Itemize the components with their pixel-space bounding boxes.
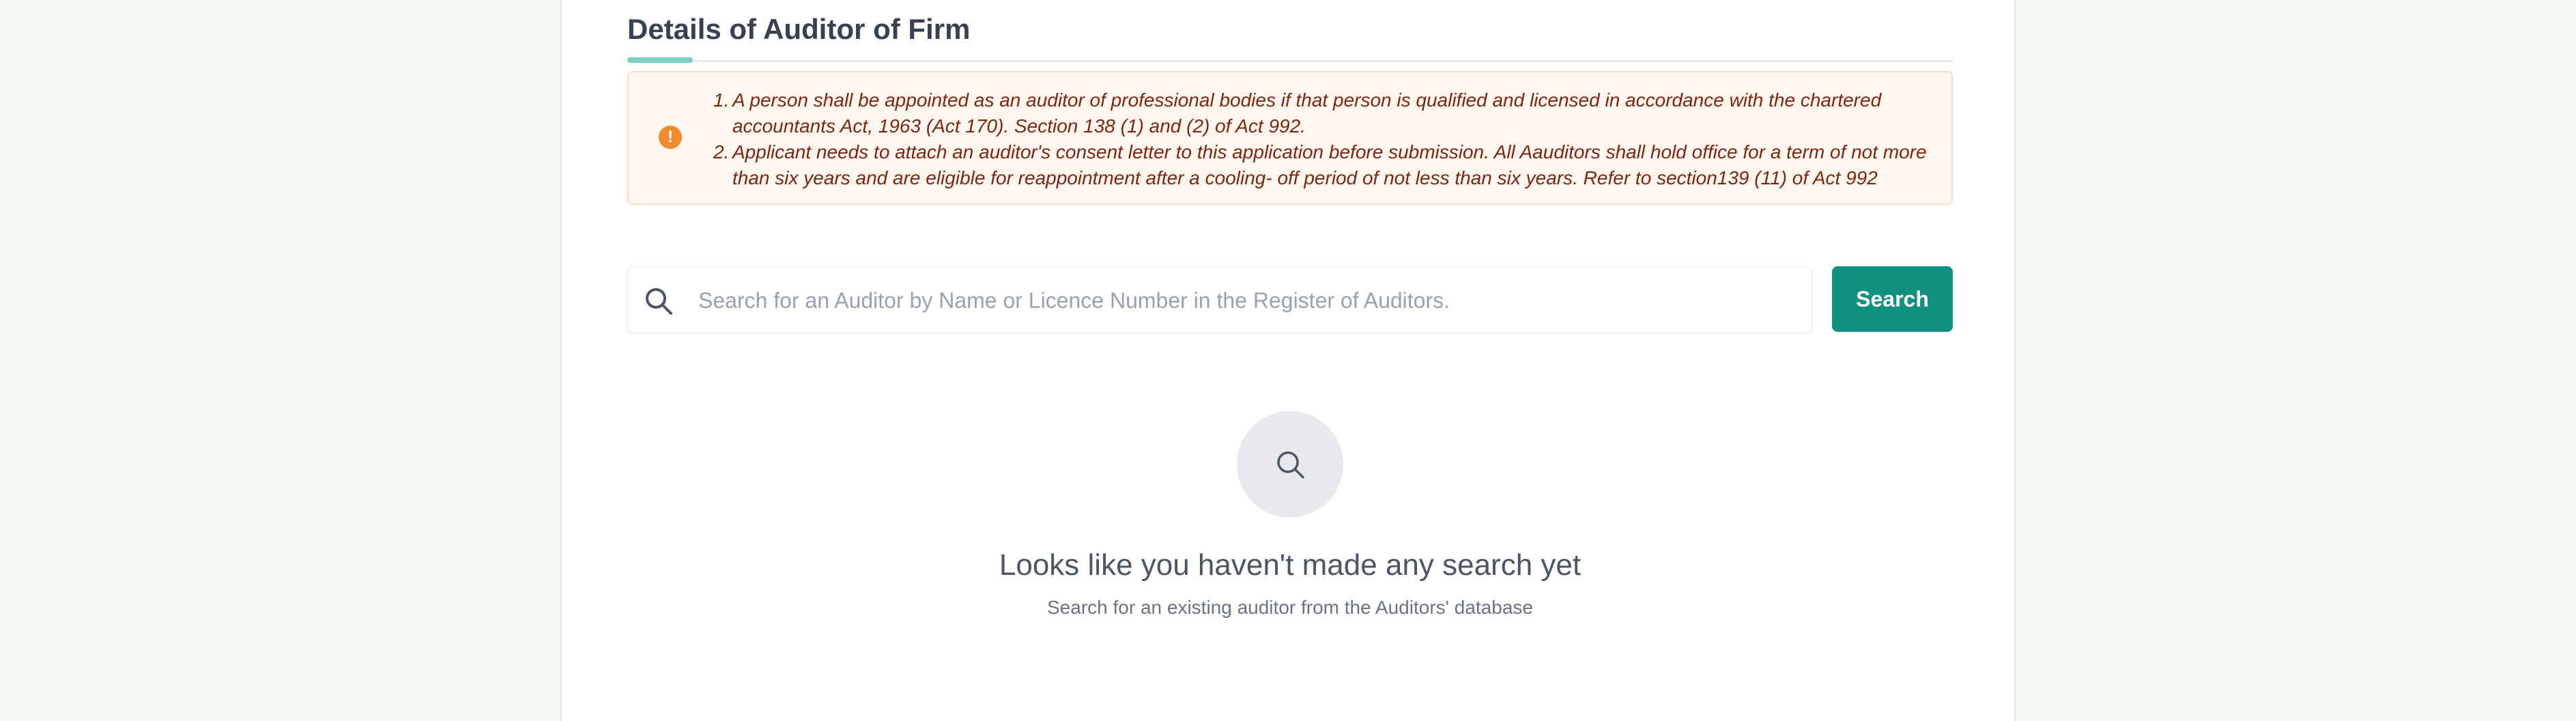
notice-item: 2. Applicant needs to attach an auditor'… [713,139,1954,191]
notice-item: 1. A person shall be appointed as an aud… [713,87,1954,139]
empty-state-title: Looks like you haven't made any search y… [999,548,1582,582]
main-panel: Details of Auditor of Firm ! 1. A person… [560,0,2016,721]
search-icon [646,288,672,315]
notice-item-text: A person shall be appointed as an audito… [732,89,1882,137]
search-box[interactable] [627,266,1812,333]
search-icon [1277,451,1304,479]
search-button[interactable]: Search [1832,266,1953,332]
title-accent-bar [627,57,693,63]
title-divider [627,60,1953,62]
empty-state-subtitle: Search for an existing auditor from the … [1047,597,1533,618]
empty-state-icon-circle [1237,411,1343,518]
section-title: Details of Auditor of Firm [627,13,971,45]
search-input[interactable] [698,281,1790,320]
notice-item-number: 1. [713,89,730,111]
notice-item-text: Applicant needs to attach an auditor's c… [732,141,1927,188]
notice-item-number: 2. [713,141,730,162]
notice-list: 1. A person shall be appointed as an aud… [713,87,1954,191]
notice-box: ! 1. A person shall be appointed as an a… [627,71,1953,205]
exclamation-circle-icon: ! [659,126,682,149]
